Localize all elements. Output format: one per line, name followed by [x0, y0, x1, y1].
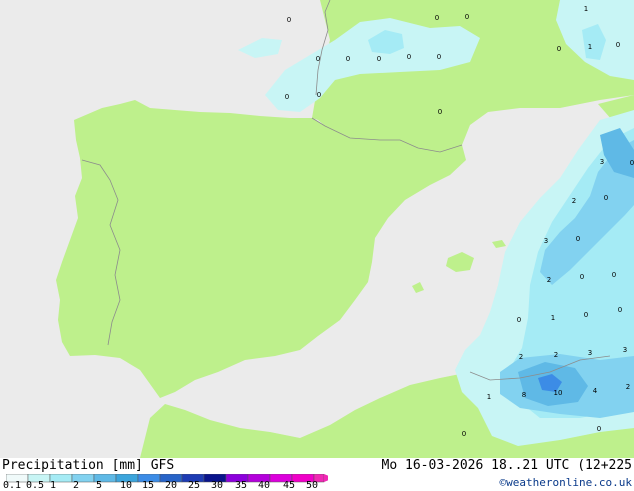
precip-value-label: 0: [377, 55, 381, 63]
scale-tick-label: 0.5: [26, 480, 45, 491]
precip-value-label: 2: [519, 353, 523, 361]
precip-value-label: 0: [438, 108, 442, 116]
precip-value-label: 3: [623, 346, 627, 354]
precip-value-label: 3: [588, 349, 592, 357]
precip-value-label: 1: [588, 43, 592, 51]
precipitation-map: 0 0 0 0 0 0 0 0 0 0 0 0 1 1 0 3 2 0 0 3 0 2 0 0 1 0 0 0 2 2 3 3 1 8 10 4 2 0 0: [0, 0, 634, 458]
precip-value-label: 0: [618, 306, 622, 314]
precip-value-label: 0: [285, 93, 289, 101]
scale-tick-label: 20: [165, 480, 178, 491]
precip-value-label: 0: [437, 53, 441, 61]
precip-value-label: 2: [626, 383, 630, 391]
precip-value-label: 8: [522, 391, 526, 399]
scale-tick-label: 25: [188, 480, 201, 491]
scale-tick-label: 0.1: [3, 480, 22, 491]
precip-value-label: 0: [630, 159, 634, 167]
precip-value-label: 0: [557, 45, 561, 53]
scale-tick-label: 40: [258, 480, 271, 491]
precip-value-label: 0: [287, 16, 291, 24]
precip-value-label: 3: [600, 158, 604, 166]
precip-value-label: 2: [547, 276, 551, 284]
precip-value-label: 0: [616, 41, 620, 49]
legend-title: Precipitation [mm] GFS: [2, 458, 175, 473]
precip-value-label: 2: [572, 197, 576, 205]
scale-tick-label: 45: [283, 480, 296, 491]
precip-value-label: 3: [544, 237, 548, 245]
precip-value-label: 0: [407, 53, 411, 61]
precip-value-label: 0: [435, 14, 439, 22]
precip-value-label: 1: [487, 393, 491, 401]
run-info: Mo 16-03-2026 18..21 UTC (12+225: [381, 458, 632, 473]
precip-value-label: 0: [465, 13, 469, 21]
scale-tick-label: 5: [96, 480, 103, 491]
map-canvas: 0 0 00 0 0 0 00 000 11032 003 02 0 010002 2 3 31 8 10 4 200: [0, 0, 634, 458]
scale-tick-label: 30: [211, 480, 224, 491]
precip-value-label: 0: [346, 55, 350, 63]
precip-value-label: 0: [317, 91, 321, 99]
precip-value-label: 0: [612, 271, 616, 279]
precip-value-label: 0: [462, 430, 466, 438]
precip-value-label: 0: [597, 425, 601, 433]
scale-tick-label: 2: [73, 480, 80, 491]
scale-tick-label: 15: [142, 480, 155, 491]
map-footer: Precipitation [mm] GFS Mo 16-03-2026 18.…: [0, 458, 634, 491]
scale-tick-label: 35: [235, 480, 248, 491]
precip-value-label: 0: [517, 316, 521, 324]
precip-value-label: 2: [554, 351, 558, 359]
precip-value-label: 10: [554, 389, 563, 397]
precip-value-label: 1: [551, 314, 555, 322]
precip-value-label: 1: [584, 5, 588, 13]
scale-tick-label: 50: [306, 480, 319, 491]
scale-tick-label: 1: [50, 480, 57, 491]
scale-tick-label: 10: [120, 480, 133, 491]
scale-arrow: [324, 474, 328, 482]
precip-value-label: 0: [580, 273, 584, 281]
precip-value-label: 4: [593, 387, 598, 395]
precip-value-label: 0: [576, 235, 580, 243]
precip-value-label: 0: [316, 55, 320, 63]
precip-value-label: 0: [604, 194, 608, 202]
precip-value-label: 0: [584, 311, 588, 319]
credit-text[interactable]: ©weatheronline.co.uk: [500, 476, 632, 489]
